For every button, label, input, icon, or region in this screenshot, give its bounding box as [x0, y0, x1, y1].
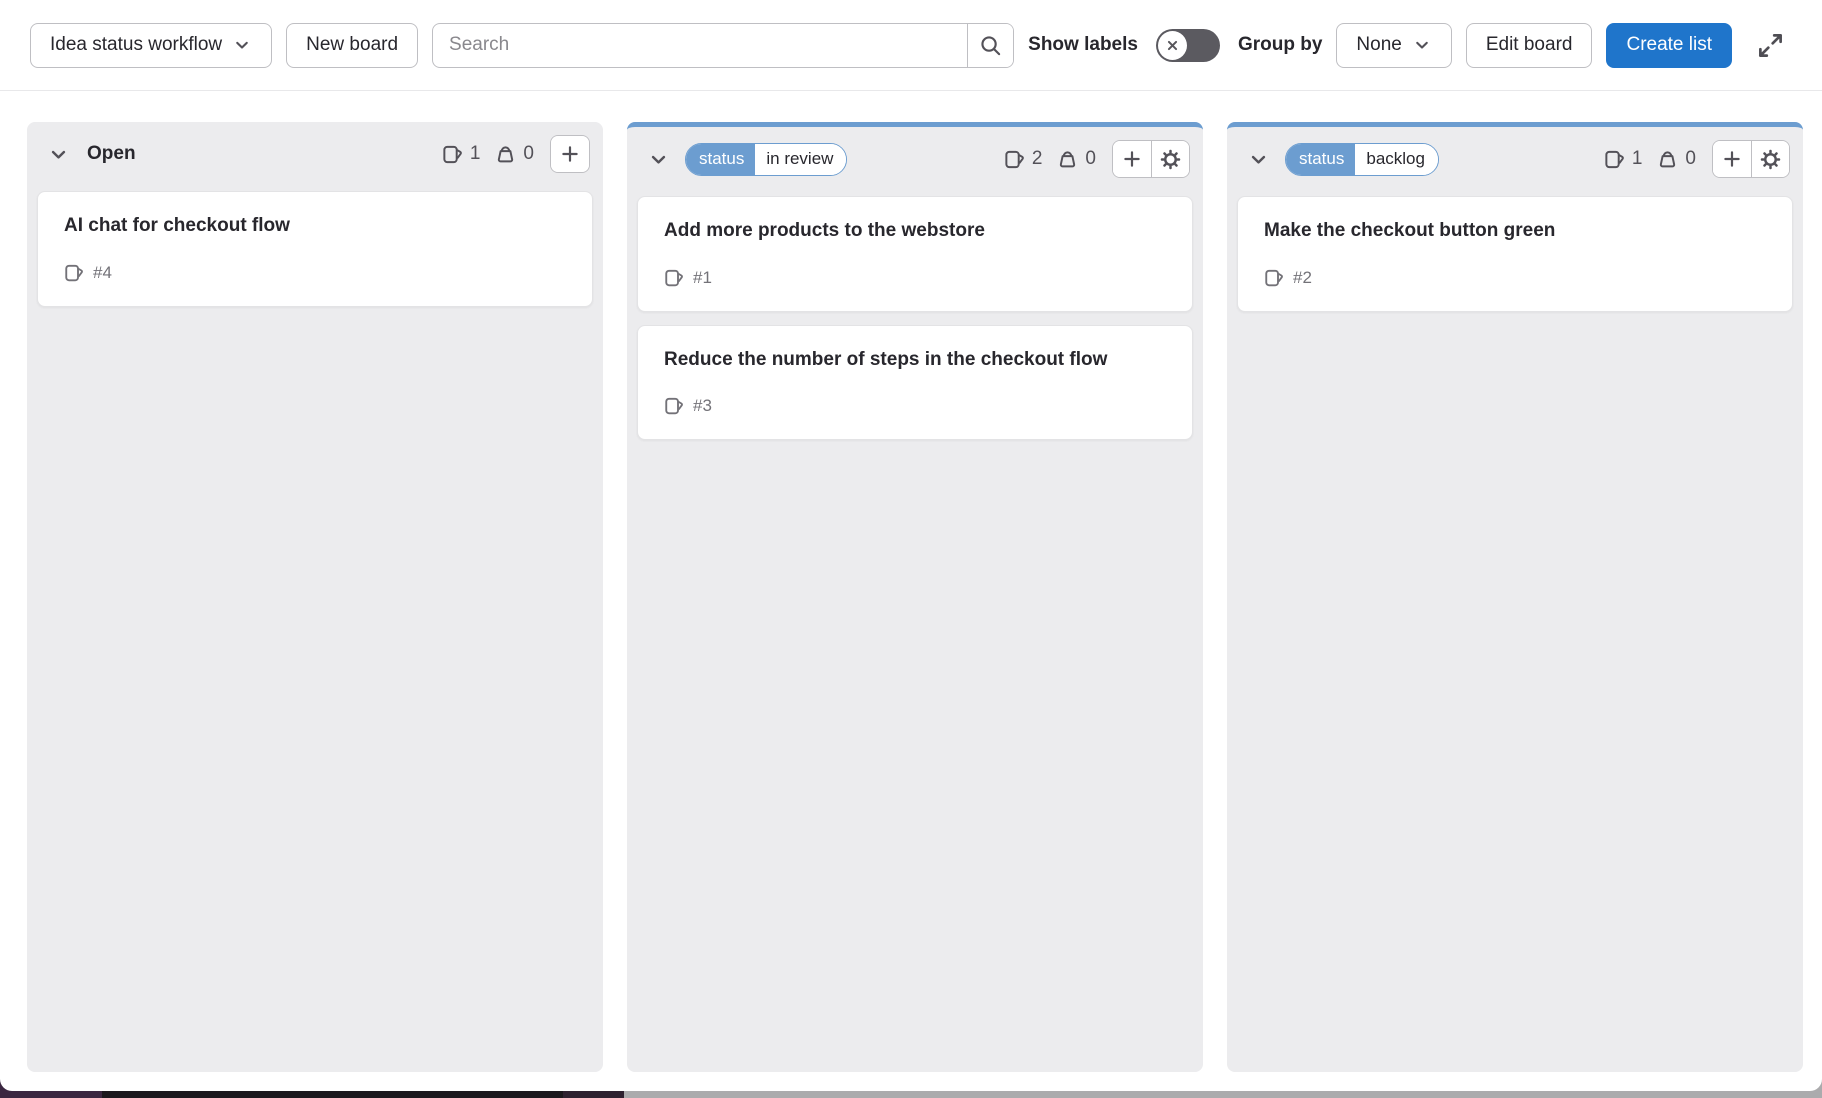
- list-settings-button[interactable]: [1751, 141, 1789, 177]
- weight-count-group: 0: [495, 143, 534, 165]
- column-label-pill[interactable]: status backlog: [1285, 143, 1439, 176]
- column-header: status backlog 1 0: [1227, 127, 1803, 191]
- issue-card[interactable]: Reduce the number of steps in the checko…: [637, 325, 1193, 441]
- card-ref-row: #1: [664, 268, 1166, 288]
- plus-icon: [1721, 148, 1743, 170]
- column-label-pill[interactable]: status in review: [685, 143, 847, 176]
- new-board-button[interactable]: New board: [286, 23, 418, 68]
- weight-icon: [495, 144, 516, 165]
- card-list: Add more products to the webstore #1 Red…: [627, 191, 1203, 1072]
- chevron-down-icon: [1412, 35, 1432, 55]
- issue-type-icon: [64, 263, 84, 283]
- issue-card[interactable]: Add more products to the webstore #1: [637, 196, 1193, 312]
- issues-icon: [1004, 149, 1025, 170]
- expand-icon: [1757, 32, 1784, 59]
- gear-icon: [1160, 149, 1181, 170]
- toggle-off-x-icon: [1163, 36, 1182, 55]
- expand-board-button[interactable]: [1748, 23, 1792, 67]
- board-column: Open 1 0 AI chat for checkout flow #4: [27, 122, 603, 1072]
- plus-icon: [1121, 148, 1143, 170]
- column-title: Open: [87, 143, 136, 165]
- add-issue-button[interactable]: [551, 136, 589, 172]
- issue-count-group: 2: [1004, 148, 1043, 170]
- edit-board-button[interactable]: Edit board: [1466, 23, 1593, 68]
- collapse-column-button[interactable]: [41, 137, 75, 171]
- search-box: [432, 23, 1014, 68]
- list-actions: [1112, 140, 1190, 178]
- issue-type-icon: [664, 268, 684, 288]
- list-settings-button[interactable]: [1151, 141, 1189, 177]
- chevron-down-icon: [647, 148, 670, 171]
- collapse-column-button[interactable]: [1241, 142, 1275, 176]
- chevron-down-icon: [232, 35, 252, 55]
- group-by-value: None: [1356, 34, 1401, 56]
- card-list: Make the checkout button green #2: [1227, 191, 1803, 1072]
- issue-count: 2: [1032, 148, 1043, 170]
- weight-count: 0: [523, 143, 534, 165]
- chevron-down-icon: [47, 143, 70, 166]
- card-title: Reduce the number of steps in the checko…: [664, 348, 1166, 373]
- add-issue-button[interactable]: [1713, 141, 1751, 177]
- toggle-knob: [1158, 31, 1187, 60]
- card-title: Make the checkout button green: [1264, 219, 1766, 244]
- board-column: status backlog 1 0: [1227, 122, 1803, 1072]
- card-list: AI chat for checkout flow #4: [27, 186, 603, 1072]
- weight-count-group: 0: [1657, 148, 1696, 170]
- search-icon: [979, 34, 1002, 57]
- issue-board-app: Idea status workflow New board Show labe…: [0, 0, 1822, 1091]
- search-button[interactable]: [967, 24, 1013, 67]
- issue-type-icon: [1264, 268, 1284, 288]
- list-actions: [550, 135, 590, 173]
- issue-count-group: 1: [1604, 148, 1643, 170]
- card-ref-row: #3: [664, 396, 1166, 416]
- board-switcher-dropdown[interactable]: Idea status workflow: [30, 23, 272, 68]
- weight-count: 0: [1685, 148, 1696, 170]
- board-switcher-label: Idea status workflow: [50, 34, 222, 56]
- label-scope: status: [686, 144, 755, 175]
- issue-type-icon: [664, 396, 684, 416]
- create-list-button[interactable]: Create list: [1606, 23, 1732, 68]
- issue-card[interactable]: AI chat for checkout flow #4: [37, 191, 593, 307]
- card-ref: #1: [693, 268, 712, 288]
- card-ref-row: #4: [64, 263, 566, 283]
- issue-count: 1: [1632, 148, 1643, 170]
- card-ref: #2: [1293, 268, 1312, 288]
- card-title: Add more products to the webstore: [664, 219, 1166, 244]
- plus-icon: [559, 143, 581, 165]
- group-by-dropdown[interactable]: None: [1336, 23, 1451, 68]
- card-title: AI chat for checkout flow: [64, 214, 566, 239]
- list-actions: [1712, 140, 1790, 178]
- weight-icon: [1057, 149, 1078, 170]
- column-header: Open 1 0: [27, 122, 603, 186]
- board-column: status in review 2 0: [627, 122, 1203, 1072]
- search-input[interactable]: [433, 24, 967, 67]
- gear-icon: [1760, 149, 1781, 170]
- card-ref-row: #2: [1264, 268, 1766, 288]
- chevron-down-icon: [1247, 148, 1270, 171]
- issues-icon: [442, 144, 463, 165]
- weight-icon: [1657, 149, 1678, 170]
- column-header: status in review 2 0: [627, 127, 1203, 191]
- weight-count-group: 0: [1057, 148, 1096, 170]
- weight-count: 0: [1085, 148, 1096, 170]
- show-labels-toggle[interactable]: [1156, 29, 1220, 62]
- show-labels-label: Show labels: [1028, 34, 1138, 56]
- label-value: in review: [755, 144, 846, 175]
- board-area: Open 1 0 AI chat for checkout flow #4: [0, 91, 1822, 1072]
- group-by-label: Group by: [1238, 34, 1322, 56]
- card-ref: #3: [693, 396, 712, 416]
- label-value: backlog: [1355, 144, 1438, 175]
- issue-count: 1: [470, 143, 481, 165]
- issue-count-group: 1: [442, 143, 481, 165]
- card-ref: #4: [93, 263, 112, 283]
- board-toolbar: Idea status workflow New board Show labe…: [0, 0, 1822, 91]
- add-issue-button[interactable]: [1113, 141, 1151, 177]
- issues-icon: [1604, 149, 1625, 170]
- label-scope: status: [1286, 144, 1355, 175]
- issue-card[interactable]: Make the checkout button green #2: [1237, 196, 1793, 312]
- collapse-column-button[interactable]: [641, 142, 675, 176]
